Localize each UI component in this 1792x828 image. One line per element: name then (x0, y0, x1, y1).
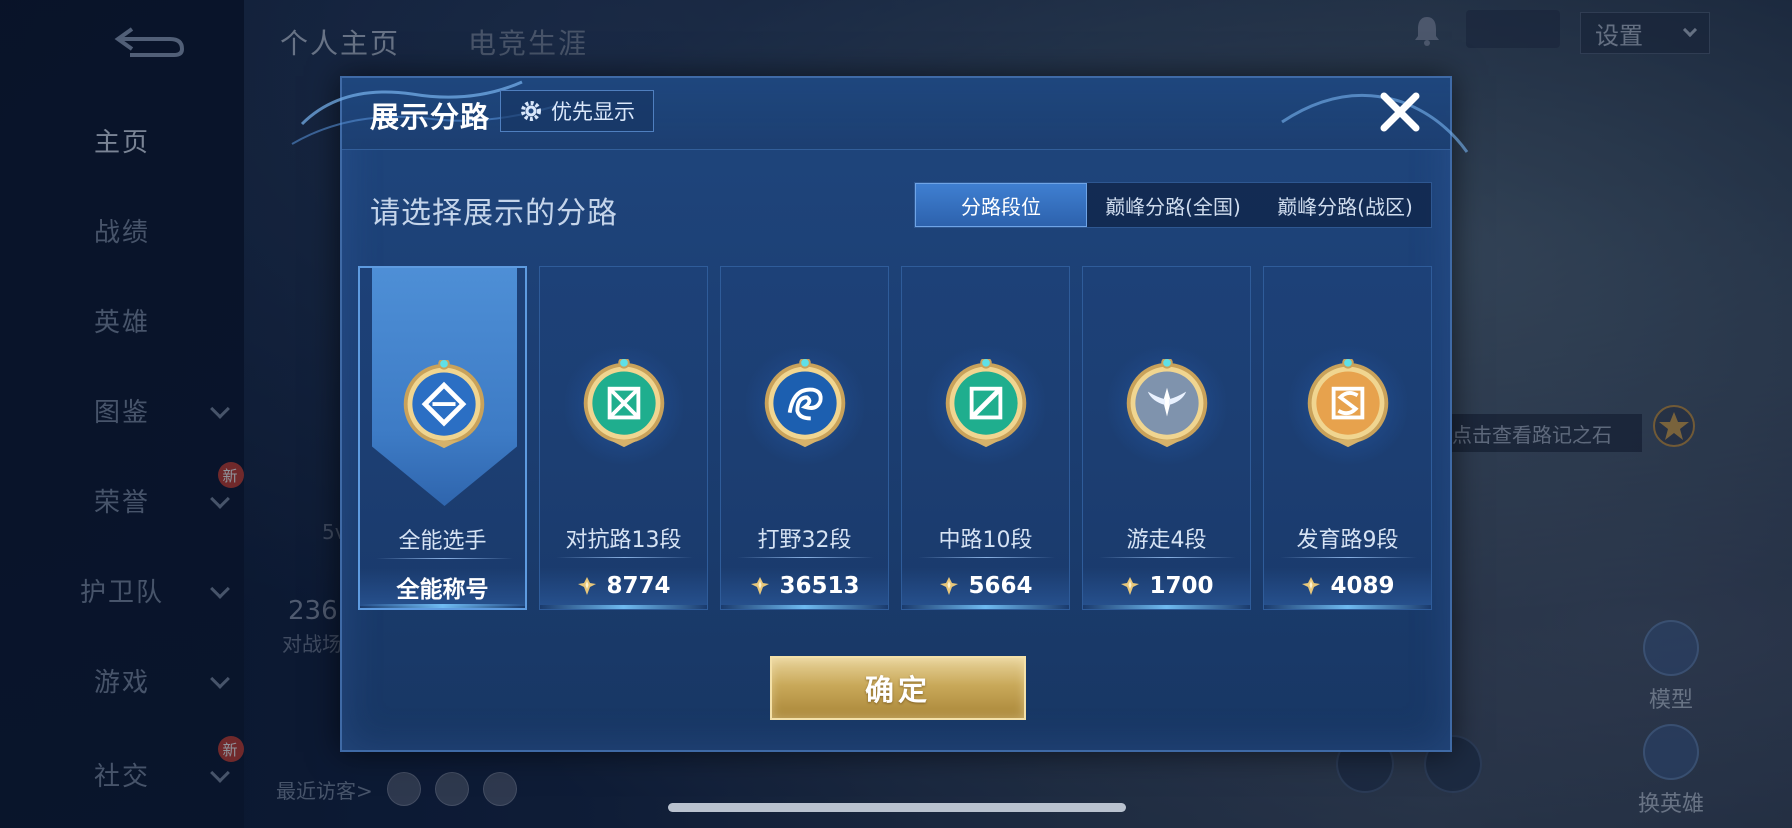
lane-name: 对抗路13段 (565, 528, 682, 553)
all-round-badge-icon (403, 360, 485, 449)
lane-card[interactable]: 中路10段 5664 (901, 266, 1070, 610)
card-divider (556, 557, 693, 558)
card-divider (1280, 557, 1417, 558)
card-bottom-glow (902, 605, 1069, 609)
lane-score: 4089 (1264, 567, 1431, 605)
lane-name: 中路10段 (938, 528, 1033, 553)
confirm-button[interactable]: 确定 (770, 656, 1026, 720)
farm-lane-badge-icon (1307, 359, 1389, 448)
card-bottom-glow (1083, 605, 1250, 609)
lane-score-value: 36513 (779, 573, 860, 599)
lane-name: 打野32段 (757, 528, 852, 553)
dialog-header: 展示分路 优先显示 (291, 78, 1469, 153)
lane-cards: 全能选手 全能称号 对抗路13段 8774 打野32段 36513 中路10段 5664 游走4… (358, 266, 1432, 610)
lane-score: 8774 (540, 567, 707, 605)
tab-peak-lane-national[interactable]: 巅峰分路(全国) (1087, 183, 1259, 227)
mid-lane-badge-icon (945, 359, 1027, 448)
tab-peak-lane-region[interactable]: 巅峰分路(战区) (1259, 183, 1431, 227)
clash-lane-badge-icon (583, 359, 665, 448)
lane-card[interactable]: 打野32段 36513 (720, 266, 889, 610)
home-indicator (668, 803, 1126, 812)
lane-score: 1700 (1083, 567, 1250, 605)
tab-lane-rank[interactable]: 分路段位 (915, 183, 1087, 227)
lane-score-value: 5664 (968, 573, 1033, 599)
lane-card[interactable]: 发育路9段 4089 (1263, 266, 1432, 610)
lane-score-value: 1700 (1149, 573, 1214, 599)
power-score-icon (1121, 577, 1140, 595)
card-divider (376, 558, 513, 559)
lane-type-tabs: 分路段位 巅峰分路(全国) 巅峰分路(战区) (914, 182, 1432, 228)
power-score-icon (751, 577, 770, 595)
priority-display-label: 优先显示 (551, 100, 635, 124)
card-divider (737, 557, 874, 558)
power-score-icon (578, 577, 597, 595)
power-score-icon (1302, 577, 1321, 595)
swirl-ornament-icon (1281, 93, 1469, 153)
card-divider (1099, 557, 1236, 558)
close-icon[interactable] (1376, 88, 1424, 136)
lane-score: 5664 (902, 567, 1069, 605)
dialog-title: 展示分路 (370, 100, 491, 134)
roam-wings-badge-icon (1126, 359, 1208, 448)
lane-score-value: 4089 (1330, 573, 1395, 599)
lane-card[interactable]: 游走4段 1700 (1082, 266, 1251, 610)
lane-name: 游走4段 (1126, 528, 1207, 553)
power-score-icon (940, 577, 959, 595)
card-bottom-glow (540, 605, 707, 609)
lane-card[interactable]: 全能选手 全能称号 (358, 266, 527, 610)
jungle-dragon-badge-icon (764, 359, 846, 448)
lane-score-value: 8774 (606, 573, 671, 599)
lane-score: 36513 (721, 567, 888, 605)
card-bottom-glow (1264, 605, 1431, 609)
gear-icon (521, 101, 541, 121)
lane-name: 发育路9段 (1296, 528, 1399, 553)
lane-card[interactable]: 对抗路13段 8774 (539, 266, 708, 610)
priority-display-button[interactable]: 优先显示 (500, 90, 654, 132)
lane-display-dialog: 展示分路 优先显示 请选择展示的分路 分路段位 巅峰分路(全国) 巅峰分路(战区… (291, 76, 1469, 752)
lane-score-value: 全能称号 (396, 577, 489, 603)
lane-name: 全能选手 (398, 529, 487, 554)
card-bottom-glow (721, 605, 888, 609)
lane-score: 全能称号 (360, 568, 525, 606)
card-divider (918, 557, 1055, 558)
card-bottom-glow (360, 604, 525, 608)
select-lane-prompt: 请选择展示的分路 (370, 196, 618, 231)
